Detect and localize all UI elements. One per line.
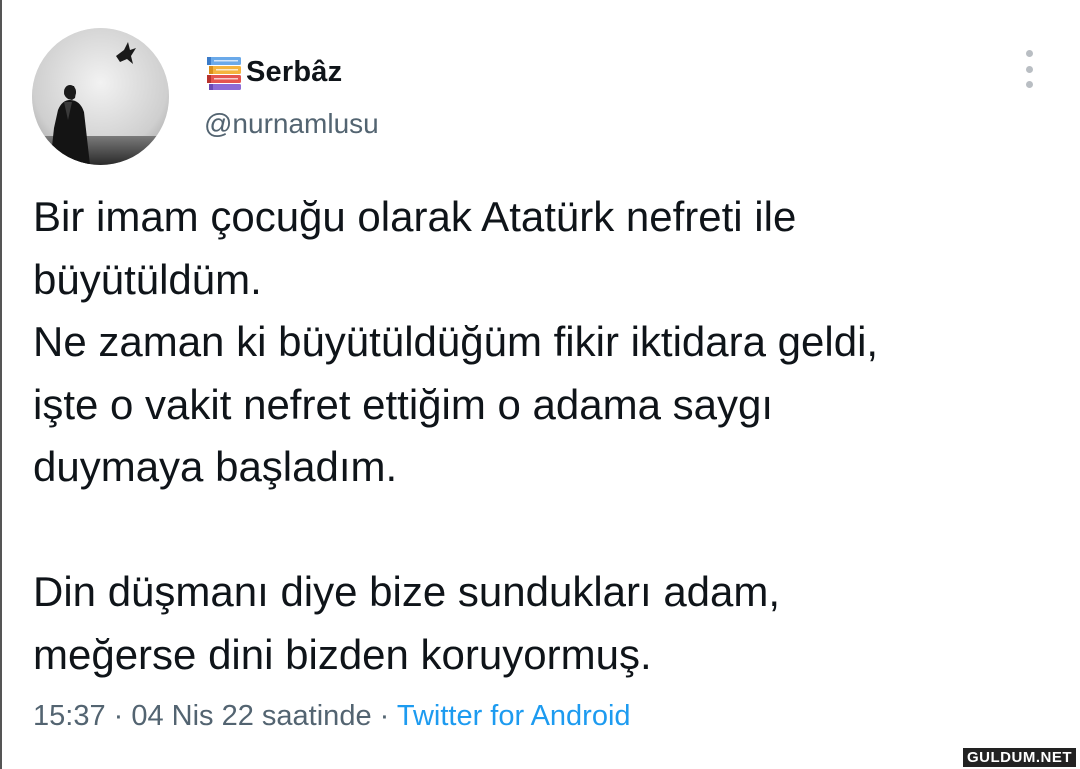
meta-separator: · (105, 700, 132, 732)
tweet-source-link[interactable]: Twitter for Android (397, 700, 631, 732)
more-vertical-icon[interactable] (1014, 50, 1044, 88)
more-dot (1025, 81, 1033, 88)
tweet-time[interactable]: 15:37 (33, 700, 106, 732)
books-icon (204, 52, 244, 92)
meta-separator: · (371, 700, 397, 732)
tweet-line: Ne zaman ki büyütüldüğüm fikir iktidara … (33, 318, 879, 365)
more-dot (1025, 50, 1033, 57)
tweet-meta: 15:37 · 04 Nis 22 saatinde · Twitter for… (33, 700, 631, 733)
tweet-line: meğerse dini bizden koruyormuş. (33, 630, 652, 678)
tweet-text: Bir imam çocuğu olarak Atatürk nefreti i… (33, 186, 1043, 686)
avatar[interactable] (32, 28, 169, 165)
user-handle[interactable]: @nurnamlusu (204, 108, 379, 140)
avatar-silhouette-icon (32, 28, 169, 165)
more-dot (1025, 65, 1033, 73)
tweet-line: duymaya başladım. (33, 443, 398, 490)
display-name[interactable]: Serbâz (246, 56, 342, 89)
tweet-line: büyütüldüm. (33, 255, 262, 303)
tweet-date[interactable]: 04 Nis 22 saatinde (131, 700, 371, 732)
left-edge-divider (0, 0, 2, 769)
tweet-line: Bir imam çocuğu olarak Atatürk nefreti i… (33, 193, 797, 240)
tweet-line: Din düşmanı diye bize sundukları adam, (33, 568, 781, 615)
watermark: GULDUM.NET (963, 748, 1076, 767)
display-name-row[interactable]: Serbâz (204, 52, 342, 92)
tweet-line: işte o vakit nefret ettiğim o adama sayg… (33, 380, 774, 428)
